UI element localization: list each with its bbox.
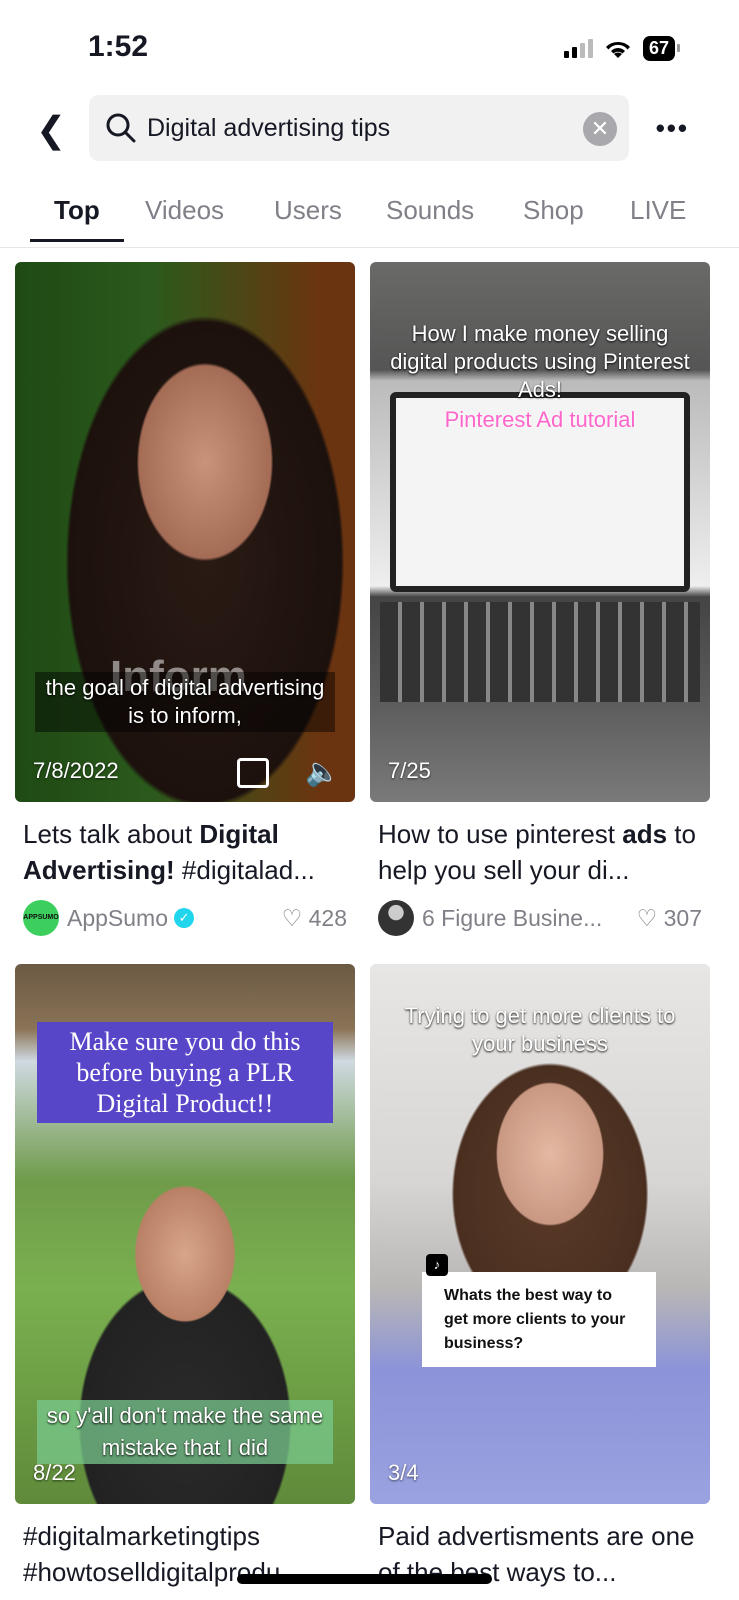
- search-bar[interactable]: ✕: [89, 95, 629, 161]
- video-title: How to use pinterest ads to help you sel…: [378, 819, 696, 885]
- status-bar: 1:52 67: [0, 0, 739, 90]
- question-sticker: Whats the best way to get more clients t…: [422, 1272, 656, 1367]
- avatar[interactable]: [378, 900, 414, 936]
- video-card[interactable]: Trying to get more clients to your busin…: [370, 964, 710, 1590]
- tab-top[interactable]: Top: [30, 180, 124, 242]
- clock: 1:52: [88, 30, 149, 63]
- video-thumbnail[interactable]: Trying to get more clients to your busin…: [370, 964, 710, 1504]
- tab-shop[interactable]: Shop: [523, 180, 584, 241]
- back-button[interactable]: ❮: [36, 109, 66, 151]
- verified-icon: ✓: [174, 908, 195, 928]
- home-indicator[interactable]: [237, 1574, 492, 1584]
- keyboard: [380, 602, 700, 702]
- tab-live[interactable]: LIVE: [630, 180, 686, 241]
- tiktok-icon: ♪: [426, 1254, 448, 1276]
- video-caption: Trying to get more clients to your busin…: [404, 1003, 676, 1056]
- video-thumbnail[interactable]: How I make money selling digital product…: [370, 262, 710, 802]
- tab-sounds[interactable]: Sounds: [386, 180, 474, 241]
- video-caption: Make sure you do this before buying a PL…: [37, 1022, 333, 1123]
- avatar[interactable]: APPSUMO: [23, 900, 59, 936]
- clear-search-button[interactable]: ✕: [583, 112, 617, 146]
- video-date: 3/4: [388, 1460, 419, 1485]
- author-name[interactable]: 6 Figure Busine...: [422, 905, 602, 932]
- video-date: 7/8/2022: [33, 758, 119, 783]
- video-thumbnail[interactable]: Inform the goal of digital advertising i…: [15, 262, 355, 802]
- video-thumbnail[interactable]: Make sure you do this before buying a PL…: [15, 964, 355, 1504]
- search-input[interactable]: [147, 113, 567, 143]
- sound-icon[interactable]: 🔈: [305, 755, 340, 788]
- tab-users[interactable]: Users: [274, 180, 342, 241]
- signal-icon: [563, 39, 593, 58]
- video-caption: How I make money selling digital product…: [390, 321, 690, 402]
- author-name[interactable]: AppSumo: [67, 905, 168, 932]
- video-card[interactable]: Inform the goal of digital advertising i…: [15, 262, 355, 936]
- heart-icon: ♡: [636, 904, 658, 931]
- result-tabs: Top Videos Users Sounds Shop LIVE: [0, 180, 739, 248]
- more-options-button[interactable]: •••: [656, 113, 689, 144]
- video-card[interactable]: How I make money selling digital product…: [370, 262, 710, 936]
- battery-indicator: 67: [642, 36, 681, 61]
- wifi-icon: [605, 41, 630, 58]
- captions-icon[interactable]: [237, 758, 269, 788]
- video-date: 8/22: [33, 1460, 76, 1485]
- like-count: ♡ 307: [636, 904, 702, 931]
- video-subcaption: so y'all don't make the same mistake tha…: [37, 1400, 333, 1464]
- like-count: ♡ 428: [281, 904, 347, 931]
- video-date: 7/25: [388, 758, 431, 783]
- video-card[interactable]: Make sure you do this before buying a PL…: [15, 964, 355, 1590]
- search-icon: [106, 113, 136, 143]
- tab-videos[interactable]: Videos: [145, 180, 224, 241]
- video-subcaption: Pinterest Ad tutorial: [444, 407, 636, 432]
- video-title: Lets talk about Digital Advertising! #di…: [23, 819, 315, 885]
- heart-icon: ♡: [281, 904, 303, 931]
- video-caption: the goal of digital advertising is to in…: [35, 672, 335, 732]
